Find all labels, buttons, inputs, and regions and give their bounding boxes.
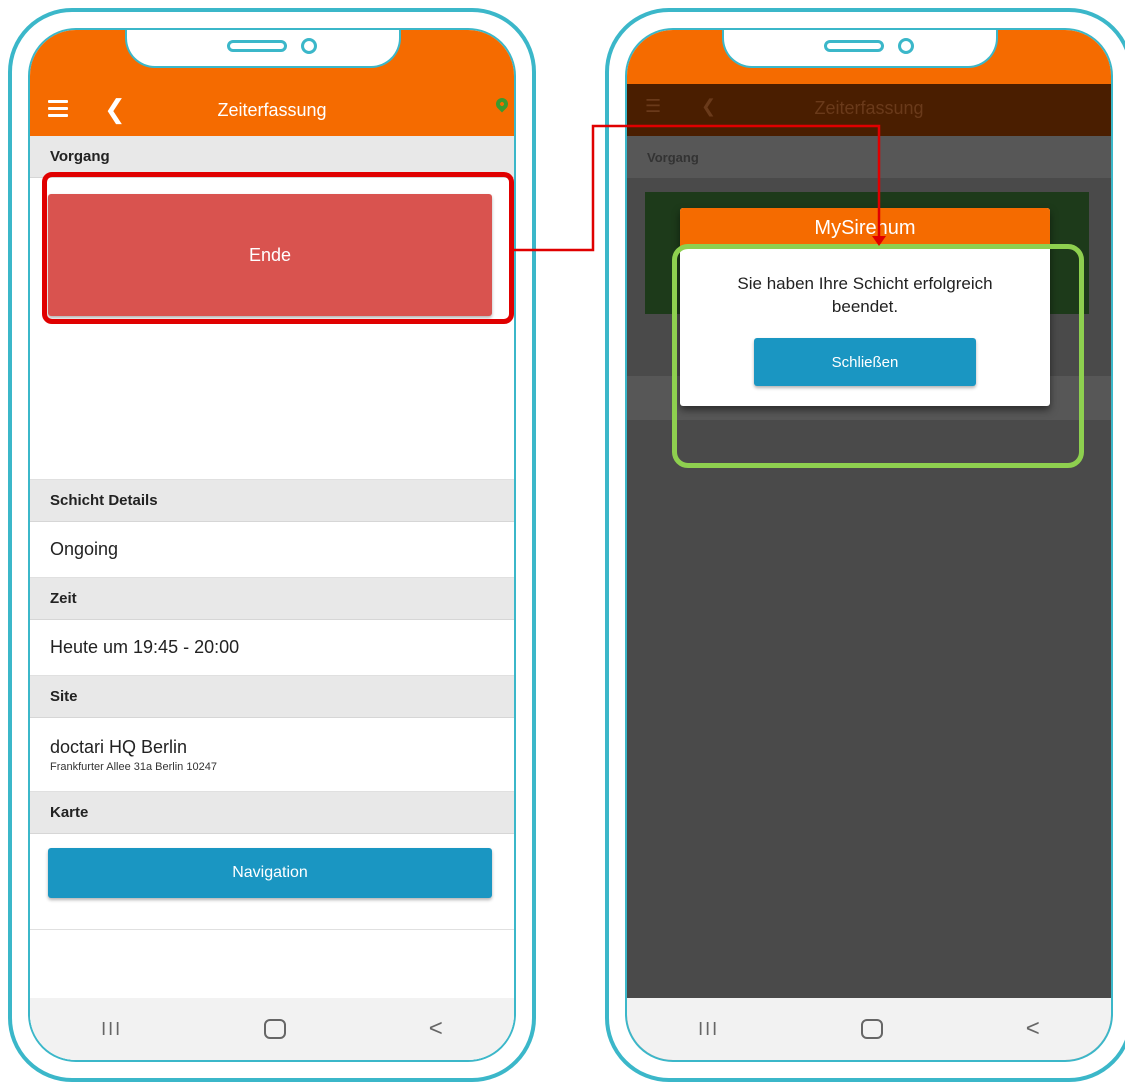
site-row: doctari HQ Berlin Frankfurter Allee 31a … (30, 718, 514, 792)
phone-notch (722, 30, 998, 68)
section-header-schicht-details: Schicht Details (30, 480, 514, 522)
menu-icon[interactable] (48, 100, 68, 118)
phone-frame-right: ☰ ❮ Zeiterfassung Vorgang MySirenum Sie … (605, 8, 1125, 1082)
site-name: doctari HQ Berlin (50, 736, 188, 757)
camera-icon (301, 38, 317, 54)
shift-status-row: Ongoing (30, 522, 514, 578)
navigation-button[interactable]: Navigation (48, 848, 492, 898)
phone-screen-right: ☰ ❮ Zeiterfassung Vorgang MySirenum Sie … (625, 28, 1113, 1062)
app-bar: ❮ Zeiterfassung (30, 84, 514, 136)
system-back-icon[interactable]: < (429, 1015, 443, 1043)
page-title: Zeiterfassung (217, 99, 327, 120)
section-header-site: Site (30, 676, 514, 718)
phone-frame-left: ❮ Zeiterfassung Vorgang Ende Schicht Det… (8, 8, 536, 1082)
highlight-dialog (672, 244, 1084, 468)
site-address: Frankfurter Allee 31a Berlin 10247 (50, 760, 217, 773)
status-area (627, 30, 1111, 84)
system-navigation-bar: III < (30, 998, 514, 1060)
section-header-zeit: Zeit (30, 578, 514, 620)
section-header-vorgang: Vorgang (647, 150, 699, 165)
home-icon[interactable] (861, 1019, 884, 1039)
speaker-icon (227, 40, 287, 52)
speaker-icon (824, 40, 884, 52)
dialog-title: MySirenum (680, 208, 1050, 248)
recent-apps-icon[interactable]: III (698, 1019, 719, 1040)
map-area: Navigation (30, 848, 514, 930)
phone-notch (125, 30, 401, 68)
page-title: Zeiterfassung (814, 98, 924, 118)
system-back-icon[interactable]: < (1026, 1015, 1040, 1043)
home-icon[interactable] (264, 1019, 287, 1039)
dimmed-section-header: Vorgang (627, 136, 1111, 178)
highlight-end-button (42, 172, 514, 324)
dimmed-app-bar: ☰ ❮ Zeiterfassung (627, 84, 1111, 136)
system-navigation-bar: III < (627, 998, 1111, 1060)
recent-apps-icon[interactable]: III (101, 1019, 122, 1040)
time-row: Heute um 19:45 - 20:00 (30, 620, 514, 676)
shift-time-value: Heute um 19:45 - 20:00 (50, 637, 240, 657)
camera-icon (898, 38, 914, 54)
section-header-karte: Karte (30, 792, 514, 834)
shift-status-value: Ongoing (50, 539, 119, 559)
back-arrow-icon[interactable]: ❮ (104, 94, 126, 124)
status-area (30, 30, 514, 84)
